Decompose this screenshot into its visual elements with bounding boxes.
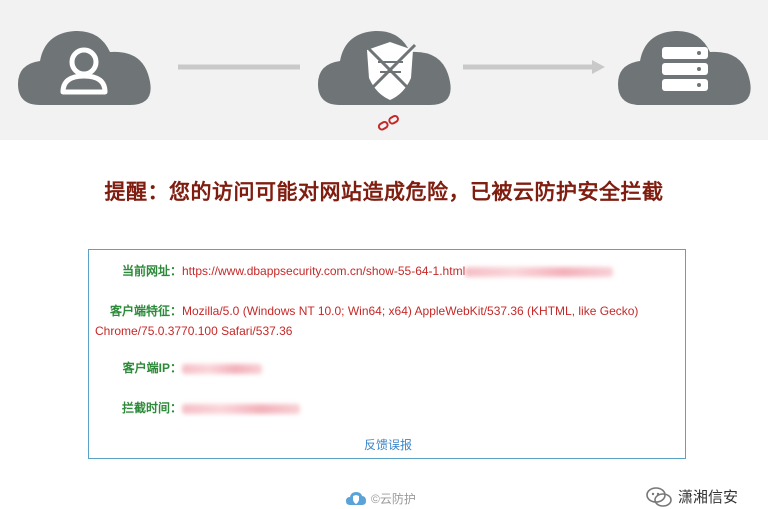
time-label: 拦截时间： [121,401,182,415]
ua-row: 客户端特征：Mozilla/5.0 (Windows NT 10.0; Win6… [97,301,679,321]
broken-link-icon [377,115,399,131]
ip-label: 客户端IP： [122,361,182,375]
redacted-time [182,403,300,414]
footer: ©云防护 [345,490,416,507]
ip-row: 客户端IP： [97,358,679,378]
server-cloud-icon [618,30,751,106]
block-diagram [18,30,751,131]
time-row: 拦截时间： [97,398,679,418]
cloud-shield-icon [346,491,366,505]
footer-copyright: ©云防护 [371,492,416,506]
wechat-icon [646,486,672,507]
user-cloud-icon [18,30,151,106]
url-label: 当前网址： [121,264,182,278]
url-row: 当前网址：https://www.dbappsecurity.com.cn/sh… [97,261,679,281]
report-false-positive-link[interactable]: 反馈误报 [89,436,687,453]
ua-label: 客户端特征： [109,304,182,318]
shield-cloud-icon [318,30,451,106]
watermark: 潇湘信安 [646,486,738,507]
info-panel: 当前网址：https://www.dbappsecurity.com.cn/sh… [88,249,686,459]
redacted-url-suffix [465,266,614,277]
url-value: https://www.dbappsecurity.com.cn/show-55… [182,264,466,278]
watermark-text: 潇湘信安 [678,488,739,506]
ua-value-line1: Mozilla/5.0 (Windows NT 10.0; Win64; x64… [182,304,639,318]
ua-value-line2: Chrome/75.0.3770.100 Safari/537.36 [95,324,293,338]
page-title: 提醒：您的访问可能对网站造成危险，已被云防护安全拦截 [104,180,664,204]
redacted-ip [182,363,262,374]
ua-row-continued: Chrome/75.0.3770.100 Safari/537.36 [95,321,677,341]
